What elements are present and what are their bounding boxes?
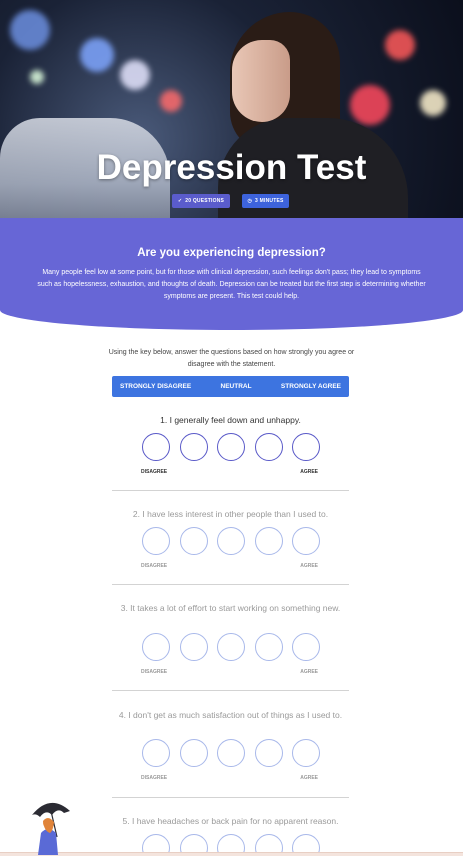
answer-option-5[interactable] bbox=[292, 739, 320, 767]
divider bbox=[112, 490, 349, 491]
answer-option-4[interactable] bbox=[254, 527, 283, 555]
answer-option-5[interactable] bbox=[292, 527, 320, 555]
answer-option-4[interactable] bbox=[254, 739, 283, 767]
banner-text: Many people feel low at some point, but … bbox=[37, 269, 426, 300]
questions-badge: ✓ 20 QUESTIONS bbox=[172, 194, 230, 208]
answer-option-5[interactable] bbox=[292, 433, 320, 461]
scale-agree: AGREE bbox=[300, 563, 318, 569]
answer-options bbox=[142, 433, 320, 461]
answer-option-4[interactable] bbox=[254, 433, 283, 461]
check-icon: ✓ bbox=[177, 198, 183, 204]
question-text: 2. I have less interest in other people … bbox=[132, 509, 329, 519]
instructions-text: Using the key below, answer the question… bbox=[108, 349, 355, 368]
answer-option-2[interactable] bbox=[179, 633, 208, 661]
key-strongly-agree: STRONGLY AGREE bbox=[280, 383, 341, 390]
scale-agree: AGREE bbox=[300, 775, 318, 781]
answer-option-2[interactable] bbox=[179, 433, 208, 461]
duration-badge: ◷ 3 MINUTES bbox=[242, 194, 289, 208]
answer-option-1[interactable] bbox=[142, 739, 170, 767]
answer-option-1[interactable] bbox=[142, 633, 170, 661]
scale-disagree: DISAGREE bbox=[141, 669, 168, 675]
questions-badge-label: 20 QUESTIONS bbox=[185, 198, 225, 204]
question-text: 1. I generally feel down and unhappy. bbox=[160, 415, 301, 425]
answer-option-4[interactable] bbox=[254, 633, 283, 661]
hero-banner bbox=[0, 0, 463, 232]
answer-option-5[interactable] bbox=[292, 633, 320, 661]
divider bbox=[112, 797, 349, 798]
key-strongly-disagree: STRONGLY DISAGREE bbox=[120, 383, 192, 390]
scale-agree: AGREE bbox=[300, 469, 318, 475]
question-1: 1. I generally feel down and unhappy. DI… bbox=[112, 414, 349, 475]
answer-option-2[interactable] bbox=[179, 527, 208, 555]
answer-options bbox=[142, 633, 320, 661]
key-neutral: NEUTRAL bbox=[220, 383, 252, 390]
answer-options bbox=[142, 739, 320, 767]
clock-icon: ◷ bbox=[247, 198, 253, 204]
question-5: 5. I have headaches or back pain for no … bbox=[112, 815, 349, 856]
answer-option-3[interactable] bbox=[217, 633, 245, 661]
duration-badge-label: 3 MINUTES bbox=[255, 198, 284, 204]
question-2: 2. I have less interest in other people … bbox=[112, 508, 349, 569]
intro-banner: Are you experiencing depression? Many pe… bbox=[0, 218, 463, 330]
question-text: 5. I have headaches or back pain for no … bbox=[122, 816, 339, 826]
answer-option-3[interactable] bbox=[217, 527, 245, 555]
question-4: 4. I don't get as much satisfaction out … bbox=[112, 709, 349, 781]
scale-agree: AGREE bbox=[300, 669, 318, 675]
scale-disagree: DISAGREE bbox=[141, 563, 168, 569]
question-3: 3. It takes a lot of effort to start wor… bbox=[112, 602, 349, 675]
answer-option-1[interactable] bbox=[142, 527, 170, 555]
answer-option-1[interactable] bbox=[142, 433, 170, 461]
answer-option-3[interactable] bbox=[217, 433, 245, 461]
divider bbox=[112, 690, 349, 691]
answer-option-2[interactable] bbox=[179, 739, 208, 767]
scale-disagree: DISAGREE bbox=[141, 469, 168, 475]
scale-disagree: DISAGREE bbox=[141, 775, 168, 781]
page-title: Depression Test bbox=[96, 148, 367, 187]
answer-option-3[interactable] bbox=[217, 739, 245, 767]
umbrella-person-illustration bbox=[32, 802, 70, 855]
face-shape bbox=[232, 40, 290, 122]
question-text: 3. It takes a lot of effort to start wor… bbox=[120, 603, 341, 613]
answer-key: STRONGLY DISAGREE NEUTRAL STRONGLY AGREE bbox=[112, 376, 349, 397]
divider bbox=[112, 584, 349, 585]
question-text: 4. I don't get as much satisfaction out … bbox=[118, 710, 343, 720]
answer-options bbox=[142, 527, 320, 555]
banner-title: Are you experiencing depression? bbox=[137, 247, 326, 259]
